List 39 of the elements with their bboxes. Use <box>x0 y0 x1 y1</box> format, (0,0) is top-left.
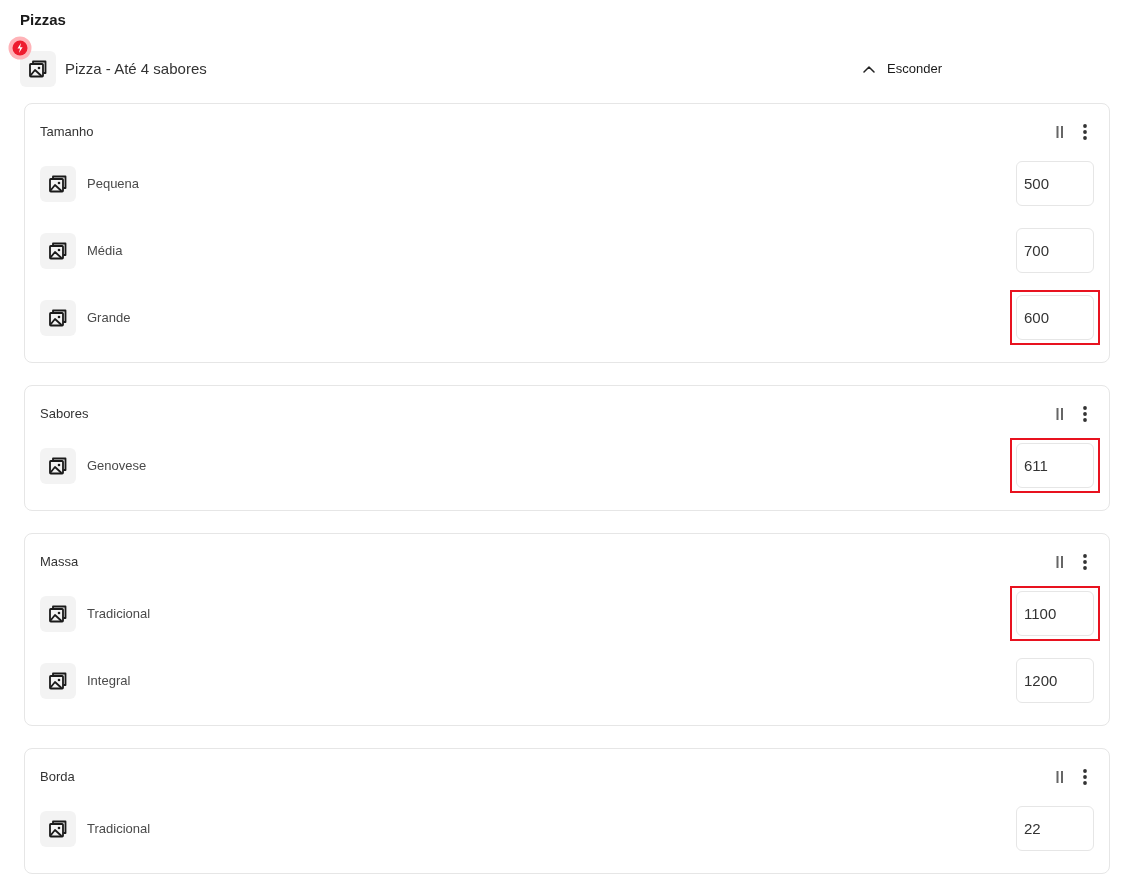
more-options-icon[interactable] <box>1083 124 1087 140</box>
drag-handle-icon[interactable] <box>1056 556 1064 568</box>
option-name: Grande <box>87 308 131 327</box>
images-icon <box>40 232 76 269</box>
value-field[interactable]: 600 <box>1016 295 1094 340</box>
option-name: Tradicional <box>87 604 151 623</box>
hide-button[interactable]: Esconder <box>863 59 942 79</box>
images-icon <box>40 447 76 484</box>
images-icon <box>40 595 76 632</box>
chevron-up-icon <box>863 65 876 73</box>
value-field[interactable]: 1100 <box>1016 591 1094 636</box>
option-name: Integral <box>87 671 131 690</box>
more-options-icon[interactable] <box>1083 554 1087 570</box>
section-title: Sabores <box>40 405 89 424</box>
value-field[interactable]: 1200 <box>1016 658 1094 703</box>
option-name: Média <box>87 241 123 260</box>
section-title: Tamanho <box>40 123 94 142</box>
section-title: Massa <box>40 553 79 572</box>
value-field[interactable]: 700 <box>1016 228 1094 273</box>
drag-handle-icon[interactable] <box>1056 771 1064 783</box>
product-name: Pizza - Até 4 sabores <box>65 58 207 79</box>
section-title: Borda <box>40 768 75 787</box>
images-icon <box>40 662 76 699</box>
images-icon <box>40 810 76 847</box>
more-options-icon[interactable] <box>1083 406 1087 422</box>
images-icon <box>20 51 56 87</box>
drag-handle-icon[interactable] <box>1056 408 1064 420</box>
bolt-badge-icon <box>8 36 32 60</box>
option-name: Tradicional <box>87 819 151 838</box>
page-title: Pizzas <box>20 11 66 29</box>
option-name: Genovese <box>87 456 147 475</box>
value-field[interactable]: 500 <box>1016 161 1094 206</box>
more-options-icon[interactable] <box>1083 769 1087 785</box>
images-icon <box>40 165 76 202</box>
images-icon <box>40 299 76 336</box>
option-name: Pequena <box>87 174 140 193</box>
drag-handle-icon[interactable] <box>1056 126 1064 138</box>
value-field[interactable]: 22 <box>1016 806 1094 851</box>
value-field[interactable]: 611 <box>1016 443 1094 488</box>
